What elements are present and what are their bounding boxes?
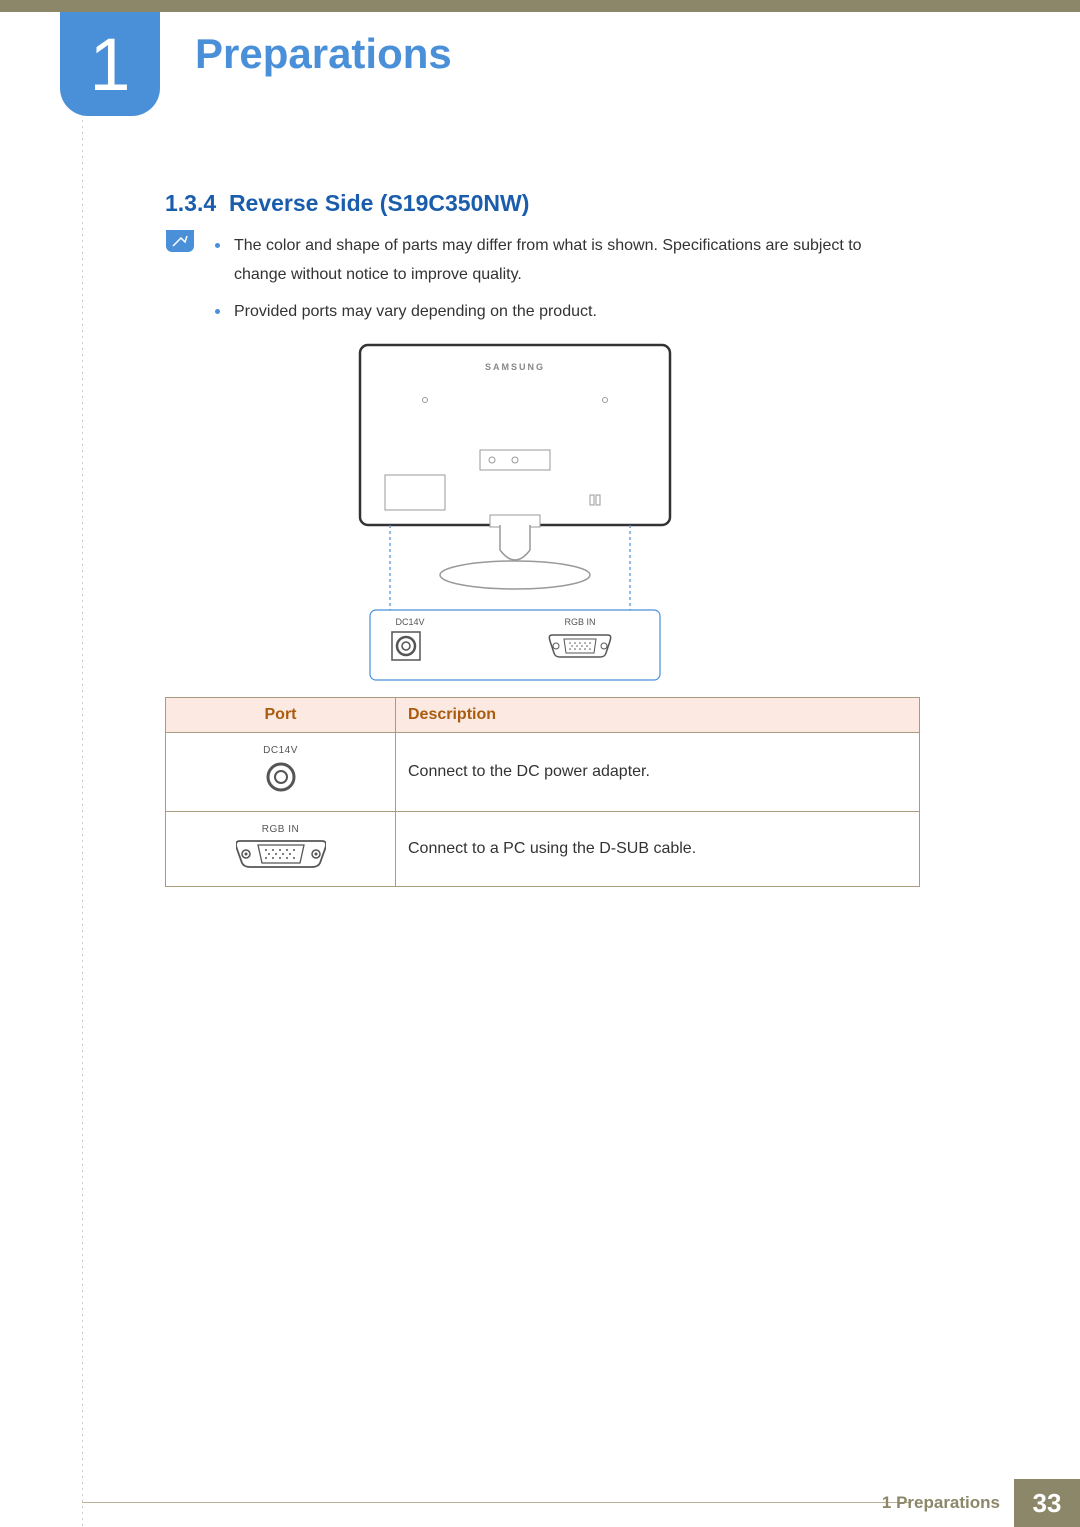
port-description: Connect to the DC power adapter. — [396, 733, 920, 812]
left-margin-rule — [82, 0, 83, 1527]
bullet-icon — [215, 243, 220, 248]
list-item: Provided ports may vary depending on the… — [215, 298, 915, 327]
section-number: 1.3.4 — [165, 190, 216, 216]
port-label: RGB IN — [178, 824, 383, 835]
table-row: RGB IN Conne — [166, 812, 920, 887]
section-heading: 1.3.4 Reverse Side (S19C350NW) — [165, 190, 529, 217]
note-list: The color and shape of parts may differ … — [215, 232, 915, 334]
callout-left-label: DC14V — [395, 617, 424, 627]
monitor-rear-diagram: SAMSUNG DC14V RGB IN — [350, 340, 680, 695]
bullet-icon — [215, 309, 220, 314]
note-icon — [166, 230, 194, 252]
table-header-description: Description — [396, 698, 920, 733]
chapter-number-badge: 1 — [60, 12, 160, 116]
page-footer: 1 Preparations 33 — [0, 1479, 1080, 1527]
chapter-number: 1 — [89, 22, 130, 107]
footer-chapter-ref: 1 Preparations — [882, 1479, 1014, 1527]
ports-table: Port Description DC14V Connect to the DC… — [165, 697, 920, 887]
section-title: Reverse Side (S19C350NW) — [229, 190, 529, 216]
port-label: DC14V — [178, 745, 383, 756]
brand-label: SAMSUNG — [485, 362, 545, 372]
port-cell: RGB IN — [166, 812, 396, 887]
port-description: Connect to a PC using the D-SUB cable. — [396, 812, 920, 887]
page-title: Preparations — [195, 30, 452, 78]
top-accent-bar — [0, 0, 1080, 12]
dc-jack-icon — [264, 760, 298, 794]
footer-page-number: 33 — [1014, 1479, 1080, 1527]
table-header-port: Port — [166, 698, 396, 733]
callout-right-label: RGB IN — [564, 617, 595, 627]
note-text: Provided ports may vary depending on the… — [234, 298, 597, 327]
table-row: DC14V Connect to the DC power adapter. — [166, 733, 920, 812]
note-text: The color and shape of parts may differ … — [234, 232, 915, 290]
list-item: The color and shape of parts may differ … — [215, 232, 915, 290]
dsub-port-icon — [236, 839, 326, 869]
port-cell: DC14V — [166, 733, 396, 812]
